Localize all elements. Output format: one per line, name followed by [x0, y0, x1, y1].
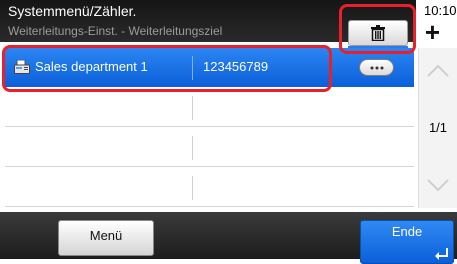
delete-button[interactable] [348, 20, 408, 49]
breadcrumb: Weiterleitungs-Einst. - Weiterleitungszi… [8, 24, 223, 38]
scroll-up-button[interactable] [419, 52, 457, 90]
enter-icon [435, 248, 448, 260]
end-button[interactable]: Ende [360, 220, 454, 264]
chevron-down-icon [427, 179, 449, 192]
menu-button[interactable]: Menü [58, 220, 154, 256]
column-divider [192, 136, 193, 160]
fax-icon [14, 60, 30, 74]
list-item[interactable] [5, 128, 414, 167]
destination-number: 123456789 [203, 59, 269, 74]
end-label: Ende [391, 224, 423, 239]
column-divider [192, 56, 193, 80]
clock: 10:10 [424, 3, 457, 18]
plus-icon: + [424, 17, 441, 47]
column-divider [192, 96, 193, 120]
list-item[interactable] [5, 168, 414, 207]
trash-icon [371, 25, 385, 41]
scroll-down-button[interactable] [419, 166, 457, 204]
list-item[interactable]: Sales department 1 123456789 [5, 48, 414, 87]
screen: Systemmenü/Zähler. Weiterleitungs-Einst.… [0, 0, 457, 264]
chevron-up-icon [427, 64, 449, 77]
column-divider [192, 176, 193, 200]
list-item[interactable] [5, 88, 414, 127]
destination-name: Sales department 1 [35, 59, 148, 74]
detail-button[interactable] [359, 59, 394, 76]
more-icon [370, 66, 383, 69]
add-button[interactable]: + [416, 17, 449, 47]
page-title: Systemmenü/Zähler. [8, 3, 137, 19]
destination-list: Sales department 1 123456789 [5, 48, 414, 208]
footer-bar: Menü Ende [0, 212, 457, 264]
scroll-panel: 1/1 [418, 48, 457, 208]
page-indicator: 1/1 [428, 120, 448, 135]
